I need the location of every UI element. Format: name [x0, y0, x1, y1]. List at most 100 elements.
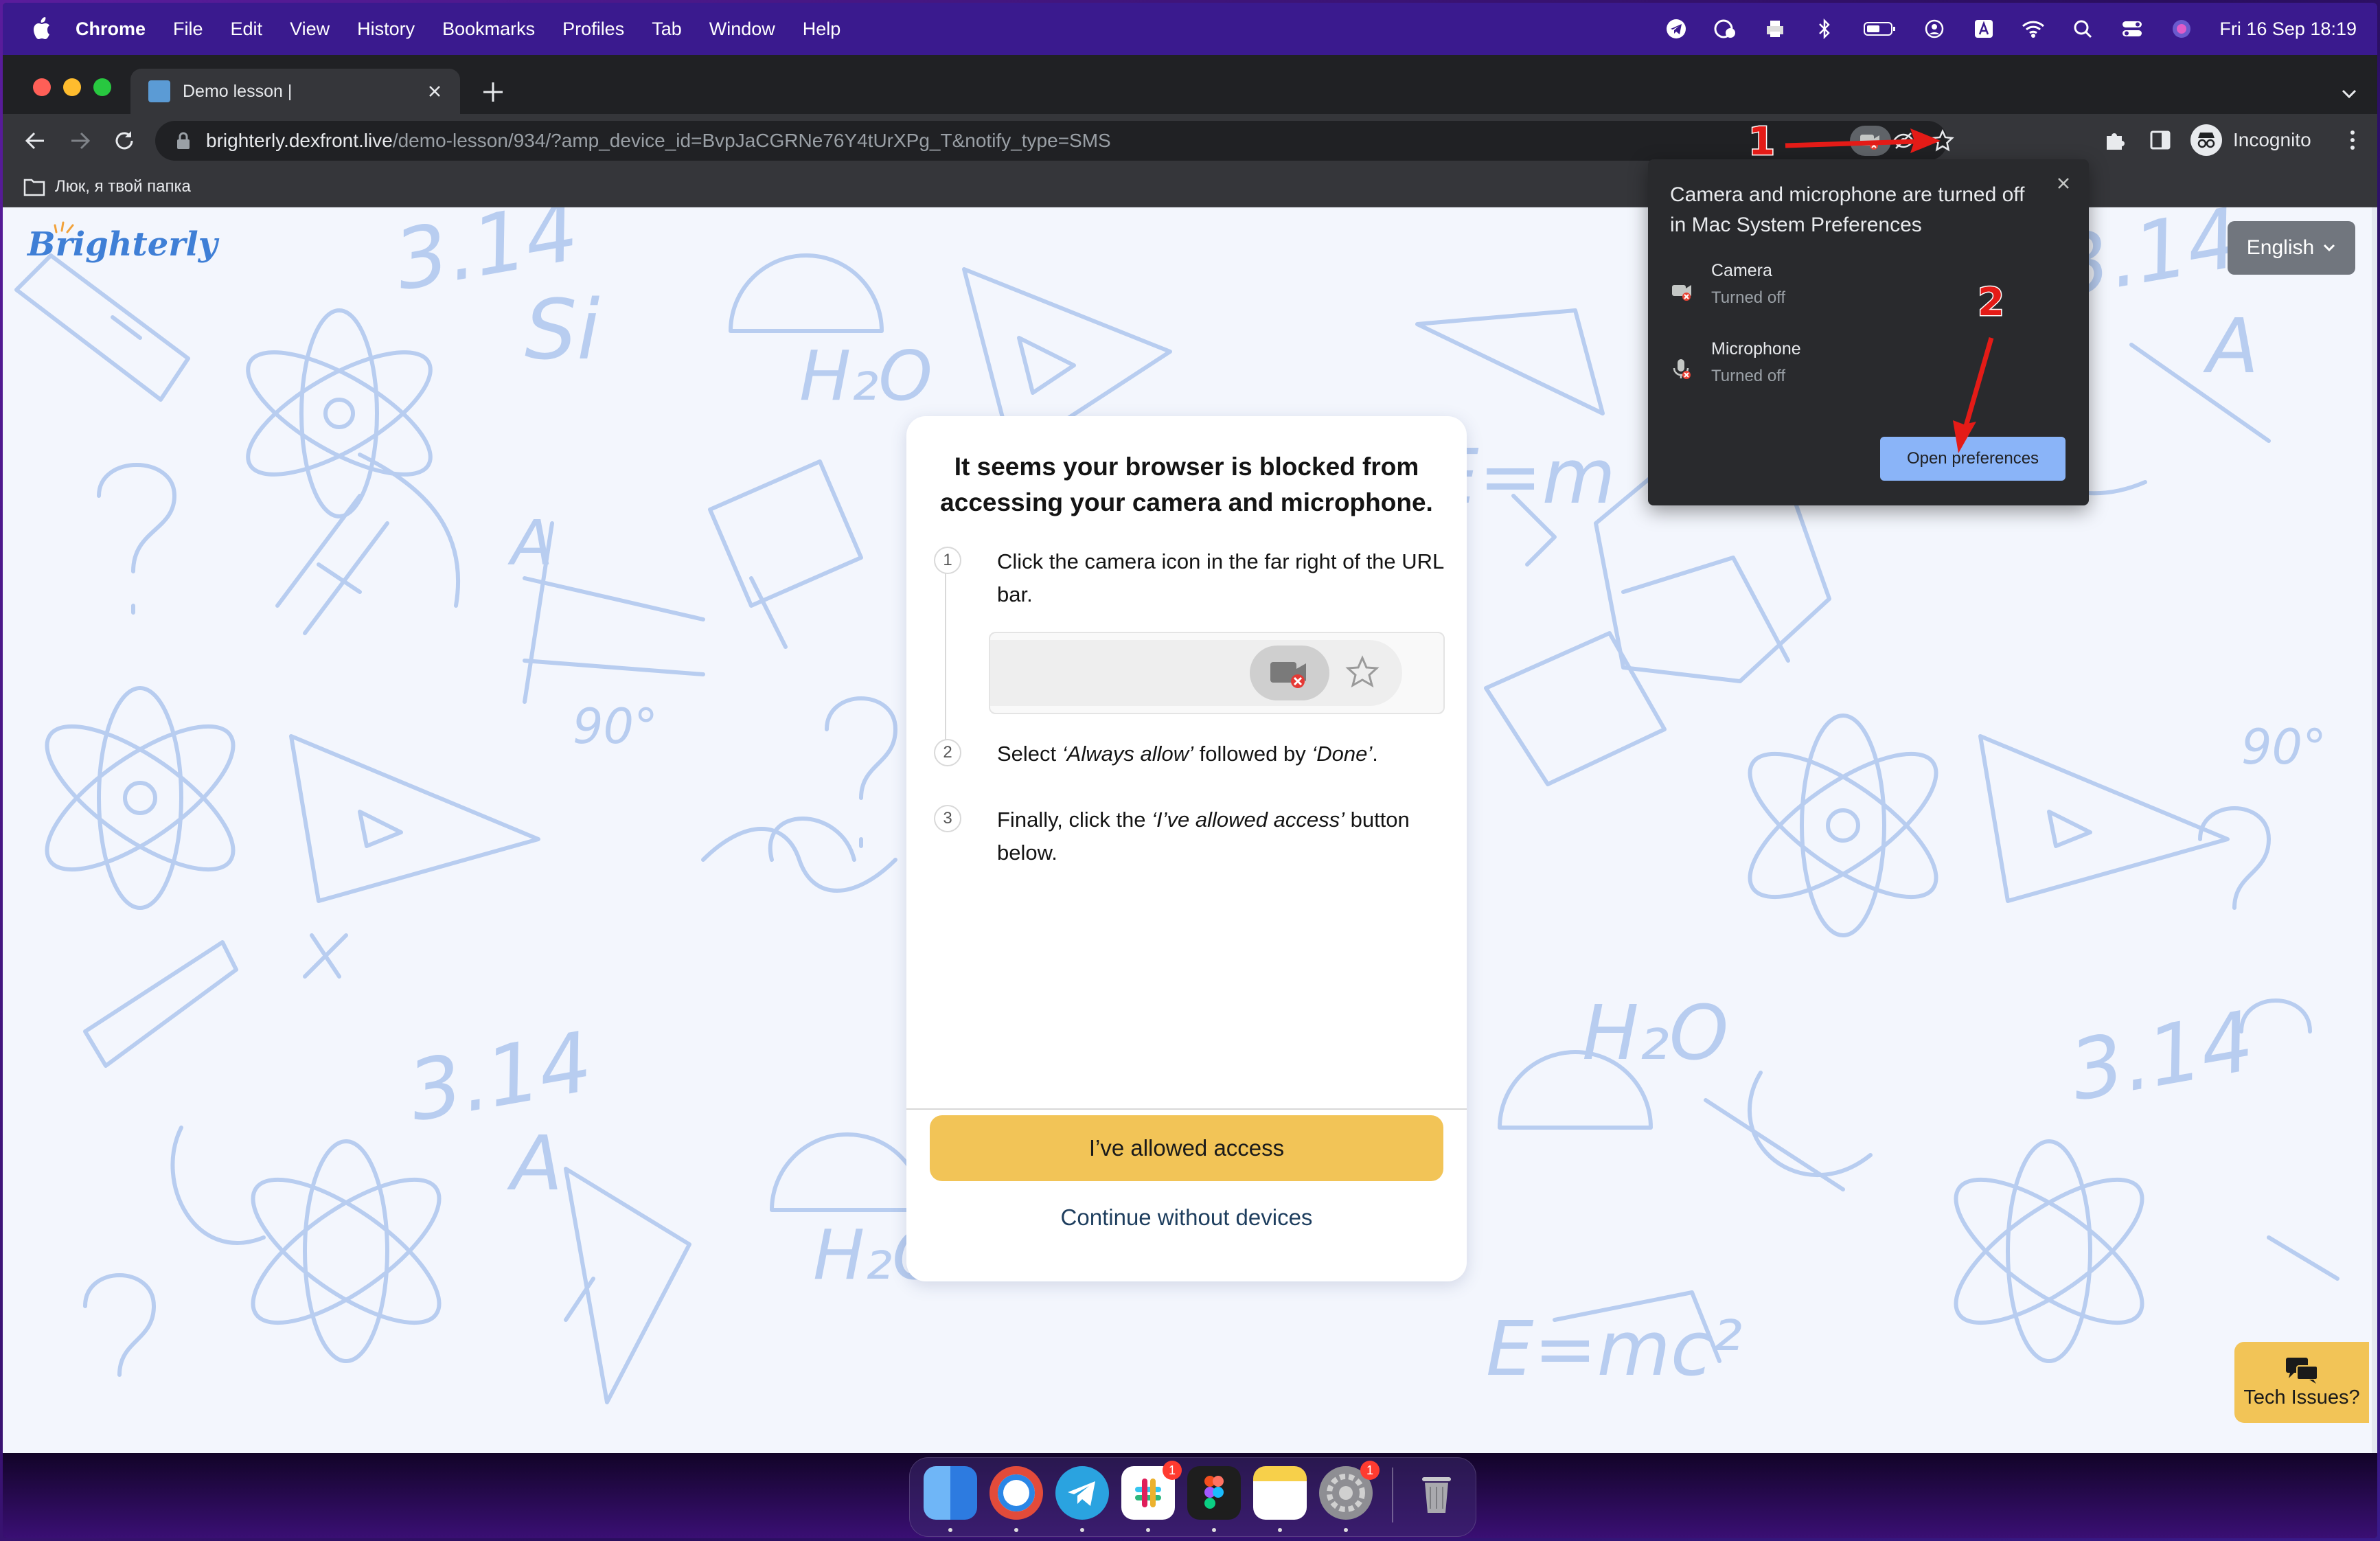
siri-icon[interactable]	[2170, 17, 2193, 41]
tech-issues-button[interactable]: Tech Issues?	[2234, 1342, 2369, 1423]
folder-icon	[23, 179, 45, 196]
camera-mic-permission-popup: Camera and microphone are turned off in …	[1648, 159, 2089, 505]
menu-help[interactable]: Help	[803, 19, 841, 40]
new-tab-icon[interactable]	[479, 78, 507, 106]
running-indicator	[1146, 1528, 1150, 1532]
input-source-icon[interactable]	[1972, 17, 1995, 41]
step-text-part: followed by	[1193, 742, 1312, 766]
illustration-bar	[990, 640, 1402, 706]
mac-dock: 1 1	[909, 1457, 1476, 1537]
chrome-icon[interactable]	[989, 1466, 1043, 1520]
control-center-icon[interactable]	[2120, 17, 2144, 41]
clock[interactable]: Fri 16 Sep 18:19	[2219, 19, 2357, 40]
continue-without-devices-link[interactable]: Continue without devices	[930, 1194, 1443, 1242]
telegram-icon[interactable]	[1055, 1466, 1109, 1520]
popup-close-icon[interactable]	[2053, 173, 2074, 194]
popup-camera-row: Camera Turned off	[1670, 261, 2027, 319]
bookmark-star-icon[interactable]	[1931, 129, 1954, 152]
close-window-button[interactable]	[33, 78, 51, 96]
svg-text:3.14: 3.14	[2063, 994, 2261, 1119]
wifi-icon[interactable]	[2022, 17, 2045, 41]
menu-app-name[interactable]: Chrome	[76, 19, 146, 40]
svg-text:H₂O: H₂O	[1582, 989, 1728, 1077]
window-controls	[33, 78, 111, 96]
chrome-toolbar: brighterly.dexfront.live /demo-lesson/93…	[3, 114, 2377, 166]
tab-title: Demo lesson |	[183, 81, 293, 101]
extensions-puzzle-icon[interactable]	[2103, 128, 2127, 152]
step-number: 2	[934, 739, 961, 766]
menu-profiles[interactable]: Profiles	[562, 19, 624, 40]
back-icon[interactable]	[22, 128, 48, 154]
incognito-label: Incognito	[2233, 129, 2311, 150]
minimize-window-button[interactable]	[63, 78, 81, 96]
running-indicator	[1080, 1528, 1084, 1532]
menubar-status-area: Fri 16 Sep 18:19	[1664, 3, 2357, 55]
mac-menubar: Chrome File Edit View History Bookmarks …	[3, 3, 2377, 55]
camera-blocked-icon[interactable]	[1850, 126, 1891, 156]
bookmark-folder[interactable]: Люк, я твой папка	[55, 177, 191, 196]
camera-blocked-status-icon[interactable]	[1714, 17, 1737, 41]
tracking-protection-eye-off-icon[interactable]	[1892, 130, 1914, 152]
reload-icon[interactable]	[111, 128, 137, 154]
telegram-status-icon[interactable]	[1664, 17, 1688, 41]
step-text: Click the camera icon in the far right o…	[997, 549, 1444, 606]
notes-icon[interactable]	[1253, 1466, 1307, 1520]
popup-microphone-row: Microphone Turned off	[1670, 339, 2027, 397]
system-preferences-badge: 1	[1360, 1461, 1380, 1480]
language-selector[interactable]: English	[2228, 221, 2355, 275]
menu-view[interactable]: View	[290, 19, 330, 40]
running-indicator	[1278, 1528, 1282, 1532]
svg-text:90°: 90°	[2241, 719, 2326, 775]
step-text-part: Finally, click the	[997, 808, 1152, 832]
menu-file[interactable]: File	[173, 19, 203, 40]
scrollbar[interactable]	[2372, 207, 2377, 1453]
zoom-window-button[interactable]	[93, 78, 111, 96]
step-number: 1	[934, 547, 961, 574]
menu-bookmarks[interactable]: Bookmarks	[442, 19, 535, 40]
printer-status-icon[interactable]	[1763, 17, 1787, 41]
svg-text:Si: Si	[525, 283, 600, 378]
incognito-icon	[2190, 124, 2222, 156]
svg-text:3.14: 3.14	[402, 1014, 599, 1140]
menu-edit[interactable]: Edit	[231, 19, 263, 40]
tab-demo-lesson[interactable]: Demo lesson |	[130, 69, 460, 114]
screen: Chrome File Edit View History Bookmarks …	[3, 3, 2377, 1538]
battery-icon[interactable]	[1862, 17, 1897, 41]
microphone-off-icon	[1673, 359, 1691, 379]
finder-icon[interactable]	[924, 1466, 977, 1520]
steps-connector	[945, 571, 946, 763]
incognito-profile-button[interactable]: Incognito	[2190, 122, 2311, 158]
url-path: /demo-lesson/934/?amp_device_id=BvpJaCGR…	[392, 130, 1111, 151]
annotation-number-1: 1	[1748, 119, 1776, 165]
forward-icon[interactable]	[67, 128, 93, 154]
dock-separator	[1392, 1468, 1393, 1522]
running-indicator	[1212, 1528, 1216, 1532]
step-emphasis: ‘Done’	[1312, 742, 1373, 766]
step-text-part: Select	[997, 742, 1062, 766]
step-emphasis: ‘I’ve allowed access’	[1152, 808, 1345, 832]
menu-window[interactable]: Window	[709, 19, 775, 40]
tab-close-icon[interactable]	[424, 81, 445, 102]
allowed-access-button[interactable]: I’ve allowed access	[930, 1115, 1443, 1181]
menu-history[interactable]: History	[357, 19, 415, 40]
apple-icon[interactable]	[27, 15, 55, 43]
illustration-camera-icon	[1250, 646, 1329, 700]
camera-status: Turned off	[1711, 288, 1786, 307]
step-text-part: .	[1372, 742, 1378, 766]
side-panel-icon[interactable]	[2148, 128, 2173, 152]
lock-icon[interactable]	[173, 130, 194, 151]
figma-icon[interactable]	[1187, 1466, 1241, 1520]
user-status-icon[interactable]	[1923, 17, 1946, 41]
spotlight-search-icon[interactable]	[2071, 17, 2094, 41]
logo-spark-icon	[54, 221, 74, 233]
address-bar[interactable]: brighterly.dexfront.live /demo-lesson/93…	[155, 121, 1954, 161]
menu-tab[interactable]: Tab	[652, 19, 682, 40]
step-text: Select ‘Always allow’ followed by ‘Done’…	[997, 738, 1450, 770]
step-number: 3	[934, 805, 961, 832]
open-preferences-button[interactable]: Open preferences	[1880, 437, 2066, 481]
bluetooth-icon[interactable]	[1813, 17, 1836, 41]
chrome-menu-icon[interactable]	[2340, 128, 2365, 152]
illustration-star-icon	[1345, 655, 1380, 688]
tab-search-chevron-icon[interactable]	[2337, 82, 2361, 106]
trash-icon[interactable]	[1410, 1466, 1463, 1520]
